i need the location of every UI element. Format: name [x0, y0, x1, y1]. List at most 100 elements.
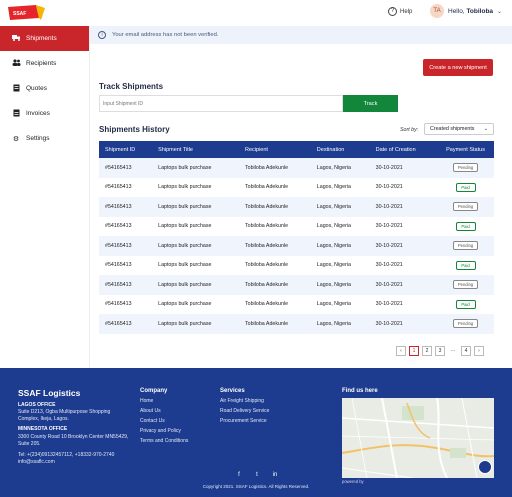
track-button[interactable]: Track [343, 95, 398, 112]
sidebar-item-quotes[interactable]: Quotes [0, 76, 89, 101]
table-row[interactable]: #54165413 Laptops bulk purchase Tobiloba A… [99, 216, 494, 236]
sidebar-item-label: Quotes [26, 85, 47, 92]
prev-page-button[interactable]: ‹ [396, 346, 406, 356]
payment-status-cell: Paid [437, 178, 494, 198]
status-badge: Paid [455, 260, 476, 270]
status-badge: Paid [455, 299, 476, 309]
sidebar-item-invoices[interactable]: Invoices [0, 101, 89, 126]
shipment-id-cell: #54165413 [105, 223, 132, 230]
destination-cell: Lagos, Nigeria [316, 184, 351, 191]
lagos-address-line: Suite D213, Ogba Multipurpose Shopping [18, 409, 111, 415]
facebook-icon[interactable]: f [235, 471, 243, 479]
footer-link-road-delivery[interactable]: Road Delivery Service [220, 408, 269, 414]
top-header: SSAF ? Help TA Hello, Tobiloba ⌄ [0, 0, 512, 26]
payment-status-cell: Paid [437, 295, 494, 315]
recipient-cell: Tobiloba Adekunle [245, 184, 289, 191]
sidebar-item-recipients[interactable]: Recipients [0, 51, 89, 76]
shipment-id-cell: #54165413 [105, 184, 132, 191]
table-row[interactable]: #54165413 Laptops bulk purchase Tobiloba A… [99, 294, 494, 315]
user-menu[interactable]: TA Hello, Tobiloba ⌄ [430, 4, 502, 18]
ssaf-logo[interactable]: SSAF [6, 4, 46, 21]
destination-cell: Lagos, Nigeria [316, 242, 351, 249]
payment-status-cell: Pending [437, 236, 494, 256]
table-row[interactable]: #54165413 Laptops bulk purchase Tobiloba A… [99, 255, 494, 275]
twitter-icon[interactable]: t [253, 471, 261, 479]
date-cell: 30-10-2021 [375, 281, 403, 288]
shipment-id-input[interactable] [99, 95, 343, 112]
shipment-title-cell: Laptops bulk purchase [158, 281, 212, 288]
footer-link-about[interactable]: About Us [140, 408, 161, 414]
footer-brand: SSAF Logistics [18, 388, 81, 398]
lagos-address-line: Complex, Ikeja, Lagos. [18, 416, 69, 422]
page-button-2[interactable]: 2 [422, 346, 432, 356]
date-cell: 30-10-2021 [375, 301, 403, 308]
footer-link-terms[interactable]: Terms and Conditions [140, 438, 188, 444]
pagination: ‹ 1 2 3 ... 4 › [396, 346, 484, 356]
sidebar-item-label: Invoices [26, 110, 50, 117]
destination-cell: Lagos, Nigeria [316, 262, 351, 269]
table-row[interactable]: #54165413 Laptops bulk purchase Tobiloba A… [99, 177, 494, 198]
location-map[interactable] [342, 398, 494, 478]
destination-cell: Lagos, Nigeria [316, 164, 351, 171]
date-cell: 30-10-2021 [375, 184, 403, 191]
linkedin-icon[interactable]: in [271, 471, 279, 479]
shipment-title-cell: Laptops bulk purchase [158, 262, 212, 269]
column-header: Shipment Title [158, 146, 193, 153]
column-header: Destination [316, 146, 345, 153]
status-badge: Pending [452, 163, 479, 173]
status-badge: Pending [452, 241, 479, 251]
recipient-cell: Tobiloba Adekunle [245, 262, 289, 269]
shipment-id-cell: #54165413 [105, 203, 132, 210]
services-title: Services [220, 388, 245, 394]
map-title: Find us here [342, 388, 378, 394]
lagos-office-title: LAGOS OFFICE [18, 402, 56, 408]
shipment-title-cell: Laptops bulk purchase [158, 320, 212, 327]
gear-icon: ⚙ [12, 135, 20, 143]
sidebar-item-shipments[interactable]: Shipments [0, 26, 89, 51]
recipient-cell: Tobiloba Adekunle [245, 164, 289, 171]
shipment-title-cell: Laptops bulk purchase [158, 203, 212, 210]
footer-link-home[interactable]: Home [140, 398, 153, 404]
page-button-3[interactable]: 3 [435, 346, 445, 356]
shipment-id-cell: #54165413 [105, 242, 132, 249]
footer: SSAF Logistics LAGOS OFFICE Suite D213, … [0, 368, 512, 497]
table-row[interactable]: #54165413 Laptops bulk purchase Tobiloba A… [99, 275, 494, 295]
sort-select[interactable]: Created shipments ⌄ [424, 123, 494, 135]
payment-status-cell: Pending [437, 275, 494, 295]
table-row[interactable]: #54165413 Laptops bulk purchase Tobiloba A… [99, 197, 494, 217]
status-badge: Pending [452, 202, 479, 212]
sidebar-item-label: Shipments [26, 35, 57, 42]
table-row[interactable]: #54165413 Laptops bulk purchase Tobiloba A… [99, 158, 494, 178]
table-row[interactable]: #54165413 Laptops bulk purchase Tobiloba A… [99, 236, 494, 256]
shipment-id-cell: #54165413 [105, 301, 132, 308]
footer-link-air-freight[interactable]: Air Freight Shipping [220, 398, 264, 404]
page-button-1[interactable]: 1 [409, 346, 419, 356]
company-title: Company [140, 388, 168, 394]
date-cell: 30-10-2021 [375, 223, 403, 230]
greeting-text: Hello, [448, 7, 465, 15]
minnesota-office-title: MINNESOTA OFFICE [18, 426, 68, 432]
footer-link-procurement[interactable]: Procurement Service [220, 418, 267, 424]
status-badge: Paid [455, 221, 476, 231]
help-link[interactable]: ? Help [388, 7, 412, 16]
minnesota-address-line: 3300 County Road 10 Brooklyn Center MN55… [18, 434, 129, 440]
create-shipment-button[interactable]: Create a new shipment [423, 59, 493, 76]
sort-value: Created shipments [430, 126, 475, 132]
footer-link-privacy[interactable]: Privacy and Policy [140, 428, 181, 434]
page-ellipsis: ... [448, 346, 458, 356]
sidebar-item-settings[interactable]: ⚙ Settings [0, 126, 89, 151]
destination-cell: Lagos, Nigeria [316, 301, 351, 308]
table-row[interactable]: #54165413 Laptops bulk purchase Tobiloba A… [99, 314, 494, 334]
recipient-cell: Tobiloba Adekunle [245, 301, 289, 308]
date-cell: 30-10-2021 [375, 242, 403, 249]
next-page-button[interactable]: › [474, 346, 484, 356]
avatar: TA [430, 4, 444, 18]
footer-email[interactable]: info@ssaflc.com [18, 459, 55, 466]
footer-link-contact[interactable]: Contact Us [140, 418, 165, 424]
page-button-4[interactable]: 4 [461, 346, 471, 356]
shipment-title-cell: Laptops bulk purchase [158, 242, 212, 249]
chat-icon[interactable] [478, 460, 492, 474]
shipment-title-cell: Laptops bulk purchase [158, 223, 212, 230]
status-badge: Pending [452, 280, 479, 290]
track-title: Track Shipments [99, 82, 164, 91]
